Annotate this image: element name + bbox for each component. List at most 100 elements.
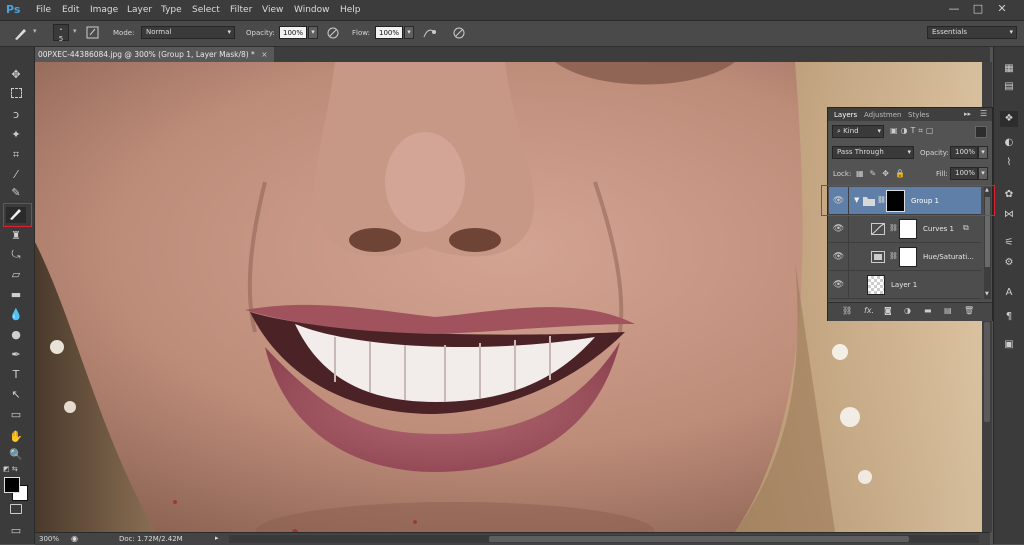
add-mask-icon[interactable]: ◙ [884,306,892,315]
layer-mask-thumbnail[interactable] [899,219,917,239]
layers-panel-icon[interactable]: ❖ [1000,111,1018,127]
close-window-button[interactable]: ✕ [996,3,1008,15]
lasso-tool-icon[interactable]: ↄ [6,107,26,123]
tab-layers[interactable]: Layers [834,111,857,119]
maximize-button[interactable]: □ [972,3,984,15]
paths-panel-icon[interactable]: ⌇ [1000,155,1018,171]
flow-input[interactable]: 100% [375,26,403,39]
pen-tool-icon[interactable]: ✒ [6,347,26,363]
blur-tool-icon[interactable]: 💧 [6,307,26,323]
pressure-opacity-icon[interactable] [326,26,340,40]
horizontal-scrollbar[interactable] [229,535,979,543]
menu-type[interactable]: Type [161,5,182,15]
layer-row-curves-1[interactable]: 👁 ⛓ Curves 1 ⧉ [829,215,981,243]
tab-styles[interactable]: Styles [908,111,929,119]
panel-collapse-icon[interactable]: ▸▸ [964,110,971,118]
rectangle-tool-icon[interactable]: ▭ [6,407,26,423]
layer-opacity-input[interactable]: 100% [950,146,978,159]
menu-help[interactable]: Help [340,5,361,15]
visibility-eye-icon[interactable]: 👁 [829,243,849,271]
hand-tool-icon[interactable]: ✋ [6,429,26,445]
eyedropper-tool-icon[interactable]: ⁄ [6,167,26,183]
menu-select[interactable]: Select [192,5,220,15]
flow-dropdown[interactable]: ▾ [404,26,414,39]
fill-input[interactable]: 100% [950,167,978,180]
history-brush-tool-icon[interactable]: ⤿ [6,247,26,263]
close-tab-icon[interactable]: × [261,50,267,59]
trash-icon[interactable]: 🗑 [964,306,974,315]
brush-size-picker[interactable]: • 5 [53,24,69,43]
move-tool-icon[interactable]: ✥ [6,67,26,83]
layer-name[interactable]: Layer 1 [891,281,917,289]
menu-file[interactable]: File [36,5,51,15]
layer-name[interactable]: Hue/Saturati... [923,253,974,261]
marquee-tool-icon[interactable] [6,87,26,103]
status-bar-icon[interactable]: ◉ [71,534,78,543]
panel-menu-icon[interactable]: ☰ [980,109,987,118]
layer-filter-icons[interactable]: ▣◑T⌗▢ [890,126,937,136]
adjustment-layer-icon[interactable]: ◑ [904,306,911,315]
document-tab[interactable]: 00PXEC-44386084.jpg @ 300% (Group 1, Lay… [34,47,274,62]
minimize-button[interactable]: — [948,3,960,15]
crop-tool-icon[interactable]: ⌗ [6,147,26,163]
quick-mask-icon[interactable] [6,503,26,519]
paragraph-panel-icon[interactable]: ¶ [1000,309,1018,325]
airbrush-icon[interactable] [422,26,438,40]
adjustments-panel-icon[interactable]: ✿ [1000,187,1018,203]
magic-wand-tool-icon[interactable]: ✦ [6,127,26,143]
channels-panel-icon[interactable]: ◐ [1000,135,1018,151]
zoom-tool-icon[interactable]: 🔍 [6,447,26,463]
mask-link-icon[interactable]: ⛓ [889,224,898,232]
menu-view[interactable]: View [262,5,283,15]
scroll-down-icon[interactable]: ▼ [985,291,989,297]
mask-link-icon[interactable]: ⛓ [889,252,898,260]
blend-mode-select[interactable]: Pass Through ▾ [832,146,914,159]
menu-filter[interactable]: Filter [230,5,252,15]
filter-toggle[interactable] [975,126,987,138]
layer-row-hue-saturation[interactable]: 👁 ⛓ Hue/Saturati... [829,243,981,271]
gradient-tool-icon[interactable]: ▬ [6,287,26,303]
layer-mask-thumbnail[interactable] [899,247,917,267]
new-layer-icon[interactable]: ▤ [944,306,952,315]
horizontal-scroll-thumb[interactable] [489,536,909,542]
layer-row-layer-1[interactable]: 👁 Layer 1 [829,271,981,299]
foreground-color-swatch[interactable] [4,477,20,493]
link-layers-icon[interactable]: ⛓ [842,306,852,315]
vertical-scroll-thumb[interactable] [984,322,990,422]
menu-window[interactable]: Window [294,5,330,15]
clone-stamp-tool-icon[interactable]: ♜ [6,228,26,244]
layer-filter-kind[interactable]: ⌕ Kind ▾ [832,125,884,138]
visibility-eye-icon[interactable]: 👁 [829,215,849,243]
brush-picker-arrow-icon[interactable]: ▾ [73,27,77,35]
dodge-tool-icon[interactable]: ● [6,327,26,343]
mode-select[interactable]: Normal ▾ [141,26,235,39]
layer-opacity-dropdown[interactable]: ▾ [978,146,988,159]
menu-edit[interactable]: Edit [62,5,79,15]
pressure-size-icon[interactable] [452,26,466,40]
actions-panel-icon[interactable]: ▤ [1000,79,1018,95]
type-tool-icon[interactable]: T [6,367,26,383]
tool-presets-panel-icon[interactable]: ▣ [1000,337,1018,353]
screen-mode-icon[interactable]: ▭ [6,523,26,539]
history-panel-icon[interactable]: ▦ [1000,61,1018,77]
clone-source-panel-icon[interactable]: ⚙ [1000,255,1018,271]
fill-dropdown[interactable]: ▾ [978,167,988,180]
lock-options-icons[interactable]: ▦✎✥🔒 [856,169,911,178]
workspace-select[interactable]: Essentials ▾ [927,26,1017,39]
brush-preset-dropdown-icon[interactable]: ▾ [33,27,37,35]
zoom-level[interactable]: 300% [39,535,59,543]
character-panel-icon[interactable]: A [1000,285,1018,301]
status-menu-arrow-icon[interactable]: ▸ [215,534,219,542]
opacity-dropdown[interactable]: ▾ [308,26,318,39]
new-group-folder-icon[interactable]: ▬ [924,306,932,315]
layer-thumbnail[interactable] [867,275,885,295]
tab-adjustments[interactable]: Adjustmen [864,111,901,119]
fx-icon[interactable]: fx. [864,306,874,315]
menu-layer[interactable]: Layer [127,5,152,15]
path-selection-tool-icon[interactable]: ↖ [6,387,26,403]
brush-panel-icon[interactable] [86,25,100,41]
menu-image[interactable]: Image [90,5,118,15]
brush-panel-icon[interactable]: ⚟ [1000,235,1018,251]
visibility-eye-icon[interactable]: 👁 [829,271,849,299]
eraser-tool-icon[interactable]: ▱ [6,267,26,283]
